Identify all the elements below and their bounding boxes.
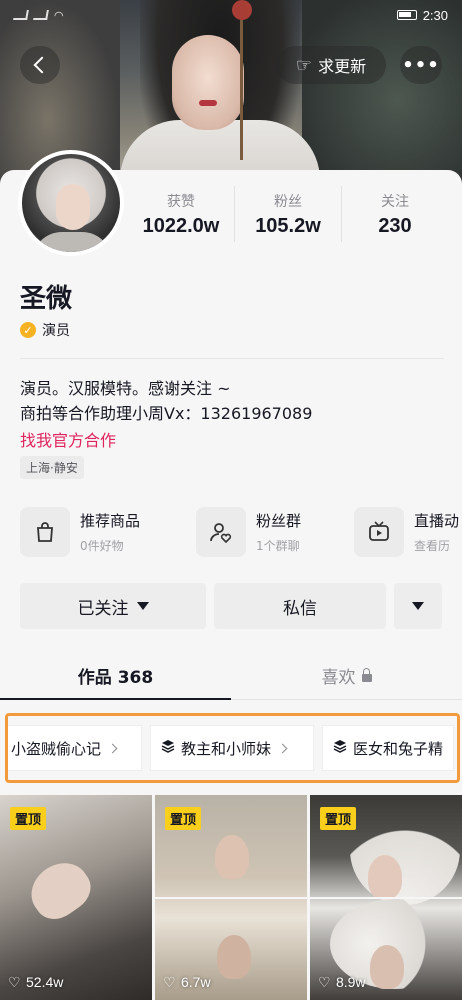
stat-label: 关注 <box>381 193 409 210</box>
profile-bio: 演员。汉服模特。感谢关注 ~ 商拍等合作助理小周Vx：13261967089 <box>20 376 312 426</box>
bio-line: 演员。汉服模特。感谢关注 ~ <box>20 379 231 398</box>
feature-subtitle: 1个群聊 <box>256 539 300 553</box>
video-thumbnail[interactable]: 置顶 ♡ 6.7w <box>155 795 307 1000</box>
tv-icon <box>354 507 404 557</box>
stat-value: 230 <box>378 214 412 237</box>
more-button[interactable]: ••• <box>400 46 442 84</box>
chevron-right-icon <box>277 743 288 753</box>
like-count: ♡ 6.7w <box>163 974 211 990</box>
status-bar: ◠ 2:30 <box>0 0 462 30</box>
like-count: ♡ 52.4w <box>8 974 63 990</box>
collection-label: 教主和小师妹 <box>181 739 272 758</box>
tab-label: 作品 368 <box>77 668 154 688</box>
feature-subtitle: 查看历 <box>414 539 451 553</box>
heart-icon: ♡ <box>8 974 21 990</box>
stat-likes[interactable]: 获赞 1022.0w <box>128 186 235 242</box>
chevron-left-icon <box>33 56 51 74</box>
followed-button[interactable]: 已关注 <box>20 583 206 629</box>
verification-badge: ✓ 演员 <box>20 320 70 340</box>
status-time: 2:30 <box>422 7 448 23</box>
profile-stats: 获赞 1022.0w 粉丝 105.2w 关注 230 <box>128 186 448 242</box>
video-thumbnail[interactable]: 置顶 ♡ 52.4w <box>0 795 152 1000</box>
request-update-label: 求更新 <box>318 57 367 76</box>
stat-label: 获赞 <box>167 193 195 210</box>
chevron-right-icon <box>107 743 118 753</box>
tab-works[interactable]: 作品 368 <box>0 652 231 700</box>
like-count: ♡ 8.9w <box>318 974 366 990</box>
stat-following[interactable]: 关注 230 <box>342 186 448 242</box>
collections-row: 小盗贼偷心记 教主和小师妹 医女和兔子精 <box>5 713 460 783</box>
feature-recommended-products[interactable]: 推荐商品 0件好物 <box>20 504 196 560</box>
caret-down-icon <box>136 602 149 610</box>
verified-check-icon: ✓ <box>20 322 36 338</box>
layers-icon <box>333 739 347 757</box>
feature-subtitle: 0件好物 <box>80 539 124 553</box>
request-update-button[interactable]: ☞ 求更新 <box>276 46 386 84</box>
content-tabs: 作品 368 喜欢 <box>0 652 462 700</box>
tab-likes[interactable]: 喜欢 <box>231 652 462 699</box>
stat-fans[interactable]: 粉丝 105.2w <box>235 186 342 242</box>
location-tag: 上海·静安 <box>20 456 84 479</box>
heart-icon: ♡ <box>163 974 176 990</box>
like-count-value: 52.4w <box>26 974 64 990</box>
fan-group-icon <box>196 507 246 557</box>
like-count-value: 6.7w <box>181 974 211 990</box>
shopping-bag-icon <box>20 507 70 557</box>
pinned-badge: 置顶 <box>165 807 202 830</box>
stat-label: 粉丝 <box>274 193 302 210</box>
avatar[interactable] <box>18 150 124 256</box>
stat-value: 105.2w <box>255 214 321 237</box>
stat-value: 1022.0w <box>142 214 220 237</box>
message-button[interactable]: 私信 <box>214 583 386 629</box>
profile-name: 圣微 <box>20 284 73 314</box>
divider <box>20 358 444 359</box>
video-thumbnail[interactable]: 置顶 ♡ 8.9w <box>310 795 462 1000</box>
feature-live-stream[interactable]: 直播动 查看历 <box>354 504 462 560</box>
battery-icon <box>396 10 417 20</box>
caret-down-icon <box>412 602 424 610</box>
more-dots-icon: ••• <box>402 54 440 76</box>
official-cooperation-link[interactable]: 找我官方合作 <box>20 427 116 451</box>
signal-icon <box>13 10 29 20</box>
pointing-hand-icon: ☞ <box>295 54 313 76</box>
verification-label: 演员 <box>42 323 70 339</box>
profile-card <box>0 170 462 800</box>
heart-icon: ♡ <box>318 974 331 990</box>
message-label: 私信 <box>283 598 317 619</box>
collection-item[interactable]: 医女和兔子精 <box>322 725 455 771</box>
collection-item[interactable]: 教主和小师妹 <box>150 725 314 771</box>
pinned-badge: 置顶 <box>10 807 47 830</box>
video-grid: 置顶 ♡ 52.4w 置顶 ♡ 6.7w 置顶 ♡ 8.9w <box>0 795 462 1000</box>
feature-entries: 推荐商品 0件好物 粉丝群 1个群聊 直播动 查看历 <box>20 504 462 560</box>
lock-icon <box>361 667 372 682</box>
followed-label: 已关注 <box>77 598 129 619</box>
expand-button[interactable] <box>394 583 442 629</box>
feature-title: 粉丝群 <box>256 512 302 530</box>
collection-label: 小盗贼偷心记 <box>11 739 102 758</box>
like-count-value: 8.9w <box>336 974 366 990</box>
back-button[interactable] <box>20 46 60 84</box>
layers-icon <box>161 739 175 757</box>
signal-icon-2 <box>33 10 49 20</box>
wifi-icon: ◠ <box>54 9 64 22</box>
feature-title: 推荐商品 <box>80 512 141 530</box>
bio-line: 商拍等合作助理小周Vx：13261967089 <box>20 404 313 423</box>
feature-title: 直播动 <box>414 512 460 530</box>
collection-label: 医女和兔子精 <box>353 739 444 758</box>
pinned-badge: 置顶 <box>320 807 357 830</box>
tab-label: 喜欢 <box>321 668 356 688</box>
feature-fan-group[interactable]: 粉丝群 1个群聊 <box>196 504 354 560</box>
collection-item[interactable]: 小盗贼偷心记 <box>8 725 142 771</box>
